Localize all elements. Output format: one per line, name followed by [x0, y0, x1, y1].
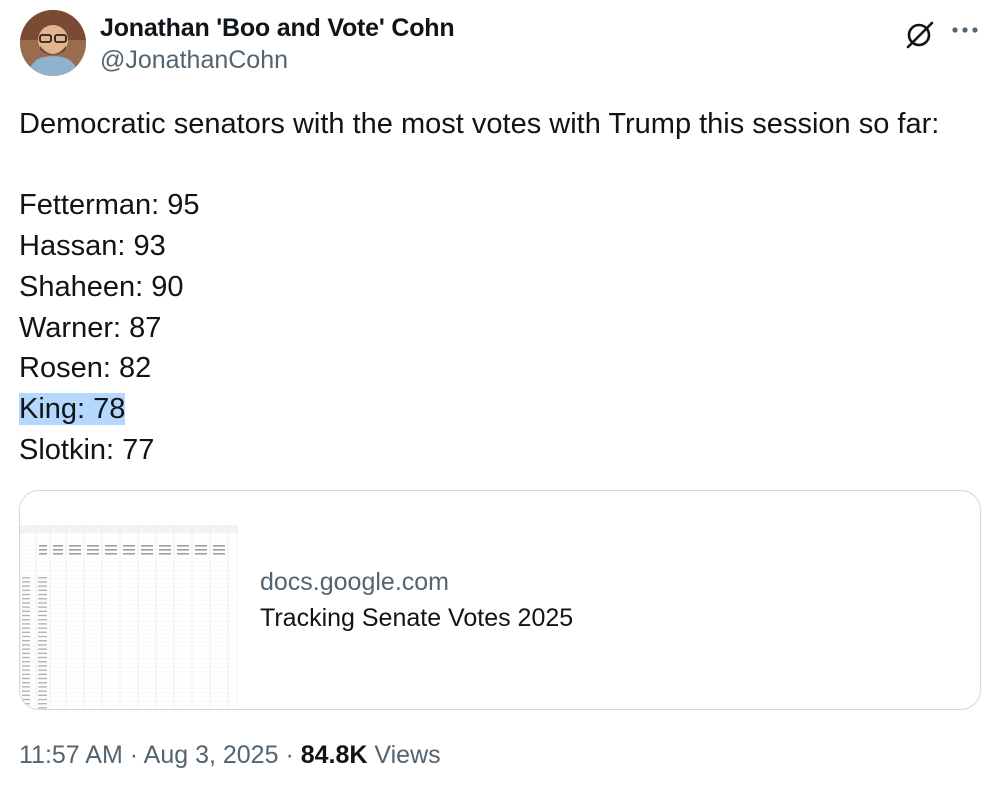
author-display-name[interactable]: Jonathan 'Boo and Vote' Cohn	[100, 12, 455, 44]
avatar-photo-icon	[20, 10, 86, 76]
meta-separator: ·	[129, 741, 139, 769]
tweet-time[interactable]: 11:57 AM	[19, 741, 123, 769]
author-handle[interactable]: @JonathanCohn	[100, 44, 454, 76]
spreadsheet-thumbnail	[20, 491, 239, 709]
card-title: Tracking Senate Votes 2025	[260, 604, 574, 632]
views-label: Views	[374, 741, 441, 769]
card-domain: docs.google.com	[260, 568, 450, 596]
tweet-metadata: 11:57 AM · Aug 3, 2025 · 84.8K Views	[19, 738, 441, 772]
author-info: Jonathan 'Boo and Vote' Cohn @JonathanCo…	[100, 12, 455, 76]
tweet-line-hassan: Hassan: 93	[19, 230, 166, 263]
user-avatar[interactable]	[20, 10, 86, 76]
link-preview-card[interactable]: docs.google.com Tracking Senate Votes 20…	[19, 490, 981, 710]
views-link[interactable]: 84.8K Views	[301, 741, 441, 769]
views-count: 84.8K	[300, 741, 368, 769]
tweet-line-king-wrapper: King: 78	[19, 389, 979, 430]
tweet-line-warner: Warner: 87	[19, 311, 162, 344]
tweet-line-shaheen: Shaheen: 90	[19, 270, 184, 303]
tweet-header: Jonathan 'Boo and Vote' Cohn @JonathanCo…	[20, 10, 980, 82]
tweet-line-king-highlighted: King: 78	[19, 392, 126, 425]
tweet-intro-text: Democratic senators with the most votes …	[19, 108, 940, 140]
tweet-line-fetterman: Fetterman: 95	[19, 189, 200, 222]
tweet-body: Democratic senators with the most votes …	[19, 104, 979, 470]
more-options-icon[interactable]	[950, 14, 980, 46]
tweet-date[interactable]: Aug 3, 2025	[144, 741, 279, 769]
meta-separator: ·	[285, 741, 294, 769]
tweet-line-rosen: Rosen: 82	[19, 352, 152, 385]
tweet-line-slotkin: Slotkin: 77	[19, 433, 155, 466]
grok-icon[interactable]	[904, 18, 936, 50]
